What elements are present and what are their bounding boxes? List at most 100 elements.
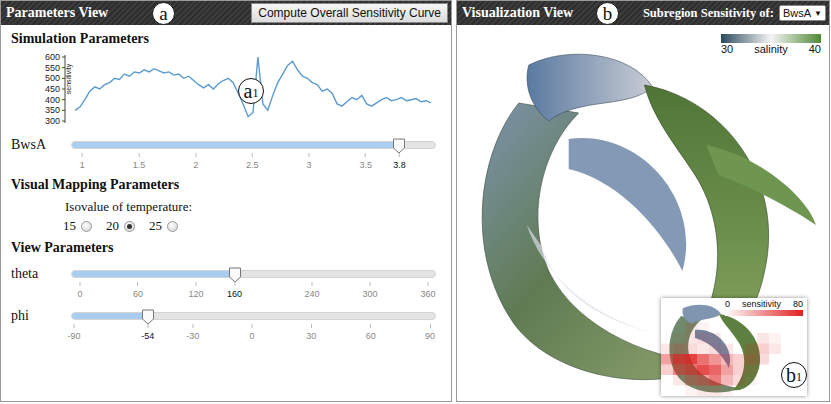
slider-tick: 60 (366, 324, 376, 341)
y-tick: 300 (45, 116, 65, 126)
slider-tick: 30 (306, 324, 316, 341)
marker-subscript: 1 (252, 87, 258, 99)
marker-letter: b (603, 4, 613, 23)
tick-line (399, 153, 400, 157)
tick-line (252, 153, 253, 157)
slider-thumb[interactable] (142, 309, 155, 325)
marker-subscript: 1 (796, 371, 802, 383)
legend-min: 30 (721, 43, 733, 55)
radio-button[interactable] (124, 221, 135, 232)
slider[interactable]: -90-300306090-54 (71, 308, 436, 344)
radio-button[interactable] (81, 221, 92, 232)
slider-reading: 3.8 (393, 160, 406, 170)
slider-row: theta060120240300360160 (11, 266, 443, 302)
sensitivity-cell (685, 333, 697, 344)
sensitivity-cell (697, 365, 709, 376)
slider-tick: -30 (186, 324, 199, 341)
annotation-marker: b (596, 2, 619, 25)
y-axis-label: sensitivity (65, 63, 73, 94)
y-tick-label: 350 (45, 105, 60, 115)
parameters-view: Parameters ViewaCompute Overall Sensitiv… (0, 0, 452, 402)
sensitivity-cell (745, 354, 757, 365)
sensitivity-cell (697, 375, 709, 386)
sensitivity-cell (721, 354, 733, 365)
slider-tick: 120 (188, 282, 203, 299)
tick-line (137, 282, 138, 286)
slider-tick: 2 (193, 153, 198, 170)
sensitivity-cell (685, 375, 697, 386)
sensitivity-cell (709, 375, 721, 386)
y-tick: 500 (45, 73, 65, 83)
radio-option[interactable]: 15 (63, 218, 92, 234)
y-tick-line (62, 121, 65, 122)
slider-label: BwsA (11, 137, 71, 153)
slider-tick: 240 (304, 282, 319, 299)
tick-label: 1.5 (133, 160, 146, 170)
section-heading: View Parameters (11, 240, 443, 256)
tick-line (252, 324, 253, 328)
tick-label: 90 (425, 331, 435, 341)
legend-max: 80 (793, 300, 803, 310)
radio-option[interactable]: 25 (149, 218, 178, 234)
section-heading: Visual Mapping Parameters (11, 177, 443, 193)
radio-option[interactable]: 20 (106, 218, 135, 234)
subregion-selector: Subregion Sensitivity of:BwsA▼ (643, 5, 826, 21)
parameter-dropdown[interactable]: BwsA▼ (779, 5, 826, 21)
tick-line (234, 282, 235, 286)
slider-tick: 2.5 (246, 153, 259, 170)
slider-tick: 300 (362, 282, 377, 299)
sensitivity-cell (757, 344, 769, 355)
slider-thumb[interactable] (392, 138, 405, 154)
render-area[interactable]: 30salinity400sensitivity80b1 (457, 25, 829, 401)
slider[interactable]: 11.522.533.53.8 (71, 137, 436, 173)
sensitivity-cell (673, 354, 685, 365)
tick-label: 2 (193, 160, 198, 170)
slider-thumb[interactable] (228, 267, 241, 283)
sensitivity-cell (661, 354, 673, 365)
slider-tick: 90 (425, 324, 435, 341)
slider-track[interactable] (71, 270, 436, 278)
sensitivity-cell (709, 344, 721, 355)
tick-line (430, 324, 431, 328)
slider-label: theta (11, 266, 71, 282)
sensitivity-cell (733, 354, 745, 365)
legend-label: sensitivity (742, 300, 781, 310)
sensitivity-cell (769, 344, 781, 355)
legend-labels: 30salinity40 (721, 43, 821, 55)
sensitivity-cell (721, 344, 733, 355)
slider[interactable]: 060120240300360160 (71, 266, 436, 302)
tick-line (147, 324, 148, 328)
slider-track[interactable] (71, 141, 436, 149)
slider-value: 3.8 (393, 153, 406, 170)
visualization-view: Visualization ViewbSubregion Sensitivity… (456, 0, 830, 402)
sensitivity-cell (685, 386, 697, 397)
sensitivity-cell (673, 375, 685, 386)
compute-button[interactable]: Compute Overall Sensitivity Curve (251, 3, 448, 23)
slider-tick: -90 (67, 324, 80, 341)
slider-label: phi (11, 308, 71, 324)
tick-line (370, 324, 371, 328)
y-tick-line (62, 57, 65, 58)
tick-label: 240 (304, 289, 319, 299)
radio-dot (127, 224, 132, 229)
tick-label: 60 (366, 331, 376, 341)
slider-value: 160 (227, 282, 242, 299)
sensitivity-line (75, 57, 431, 117)
tick-line (79, 282, 80, 286)
radio-button[interactable] (167, 221, 178, 232)
tick-line (365, 153, 366, 157)
sensitivity-cell (661, 344, 673, 355)
y-tick-line (62, 110, 65, 111)
dropdown-value: BwsA (783, 7, 811, 19)
slider-row: phi-90-300306090-54 (11, 308, 443, 344)
slider-ticks: 060120240300360160 (71, 282, 436, 302)
annotation-marker: b1 (781, 362, 807, 388)
sensitivity-cell (685, 323, 697, 334)
tick-line (138, 153, 139, 157)
sensitivity-cell (709, 354, 721, 365)
sensitivity-cell (697, 323, 709, 334)
slider-track[interactable] (71, 312, 436, 320)
slider-fill (72, 313, 148, 319)
y-tick: 400 (45, 95, 65, 105)
slider-tick: 0 (250, 324, 255, 341)
